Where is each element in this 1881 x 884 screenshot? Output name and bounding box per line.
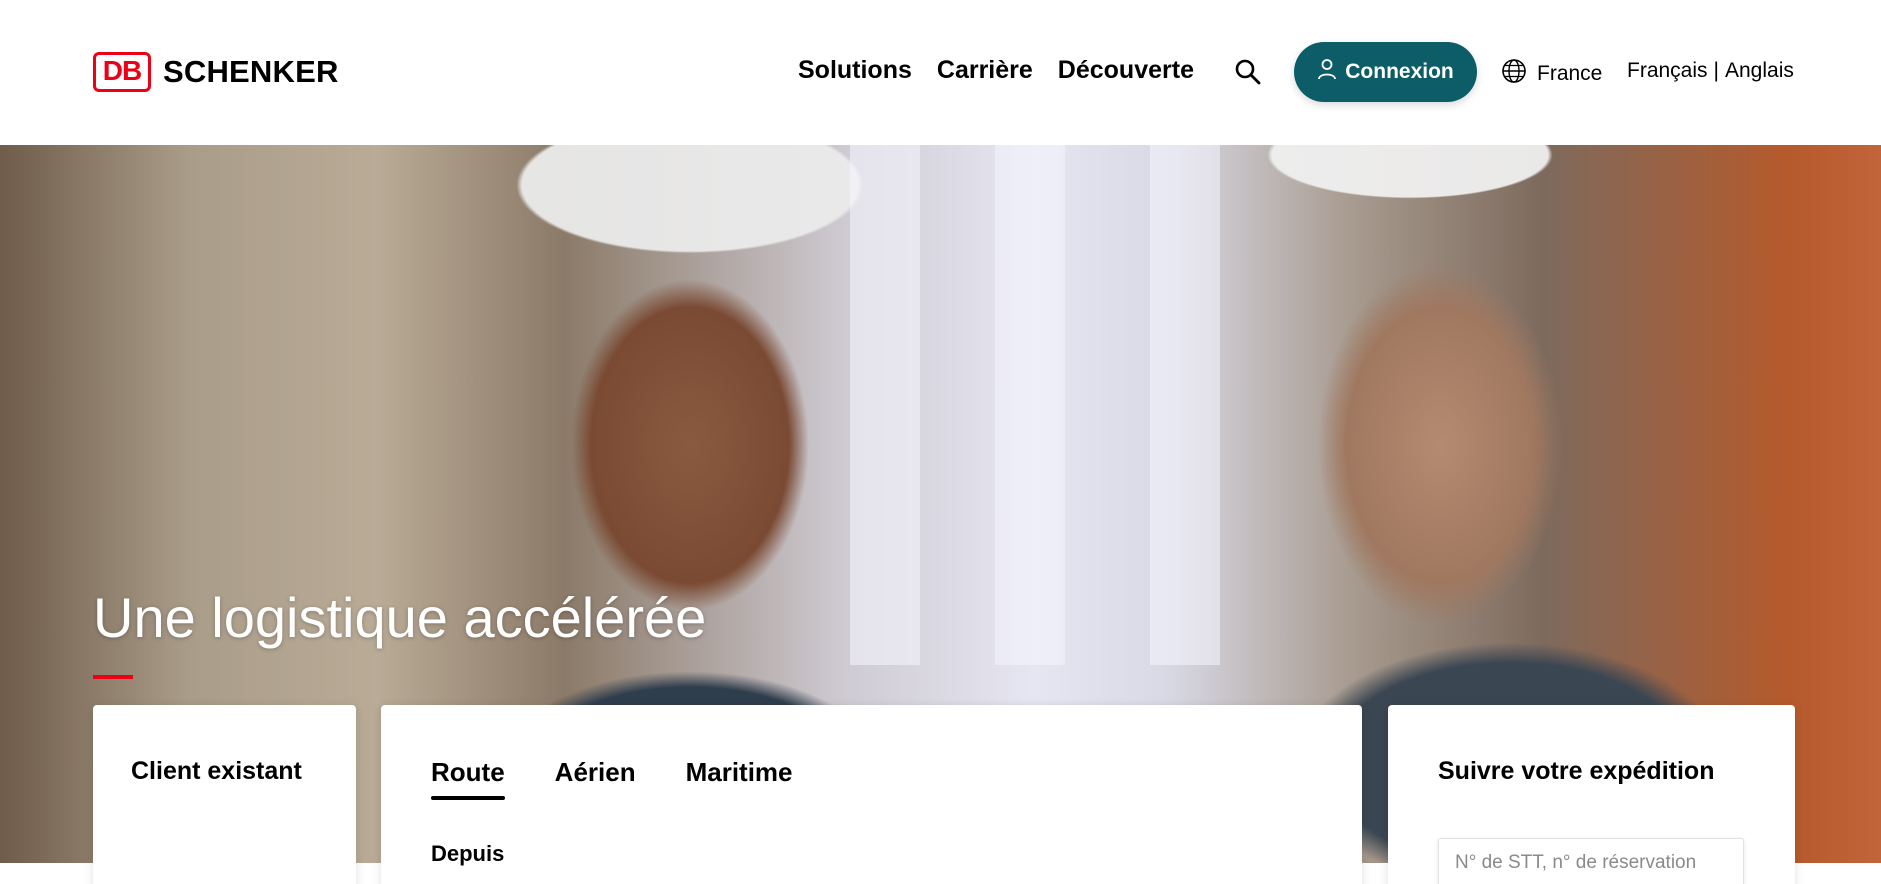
main-nav: Solutions Carrière Découverte [798, 56, 1194, 85]
tab-road[interactable]: Route [431, 757, 505, 800]
hero-accent-line [93, 675, 133, 679]
background-window [1150, 145, 1220, 665]
lang-english[interactable]: Anglais [1725, 59, 1794, 83]
tracking-number-input[interactable] [1438, 838, 1744, 884]
nav-career[interactable]: Carrière [937, 56, 1033, 85]
existing-client-title[interactable]: Client existant [131, 757, 302, 786]
track-shipment-card: Suivre votre expédition [1388, 705, 1795, 884]
db-logo-mark: DB [93, 52, 151, 92]
user-icon [1317, 58, 1337, 86]
nav-solutions[interactable]: Solutions [798, 56, 912, 85]
country-label: France [1537, 62, 1603, 85]
transport-tabs: Route Aérien Maritime [431, 757, 793, 800]
tab-air[interactable]: Aérien [555, 757, 636, 800]
background-window [995, 145, 1065, 665]
language-switcher: Français | Anglais [1627, 59, 1794, 83]
login-label: Connexion [1345, 60, 1454, 83]
tab-ocean[interactable]: Maritime [686, 757, 793, 800]
nav-discovery[interactable]: Découverte [1058, 56, 1194, 85]
hero-title: Une logistique accélérée [93, 586, 707, 649]
quote-card: Route Aérien Maritime Depuis [381, 705, 1362, 884]
from-label: Depuis [431, 841, 505, 866]
lang-french[interactable]: Français [1627, 59, 1708, 83]
globe-icon [1501, 58, 1527, 90]
track-shipment-title: Suivre votre expédition [1438, 757, 1715, 785]
brand-name: SCHENKER [163, 54, 339, 89]
login-button[interactable]: Connexion [1294, 42, 1477, 102]
background-window [850, 145, 920, 665]
lang-separator: | [1713, 59, 1719, 82]
search-icon[interactable] [1234, 58, 1262, 86]
site-header: DB SCHENKER Solutions Carrière Découvert… [0, 0, 1881, 145]
db-schenker-logo[interactable]: DB SCHENKER [93, 52, 339, 92]
country-selector[interactable]: France [1501, 58, 1602, 90]
existing-client-card: Client existant [93, 705, 356, 884]
